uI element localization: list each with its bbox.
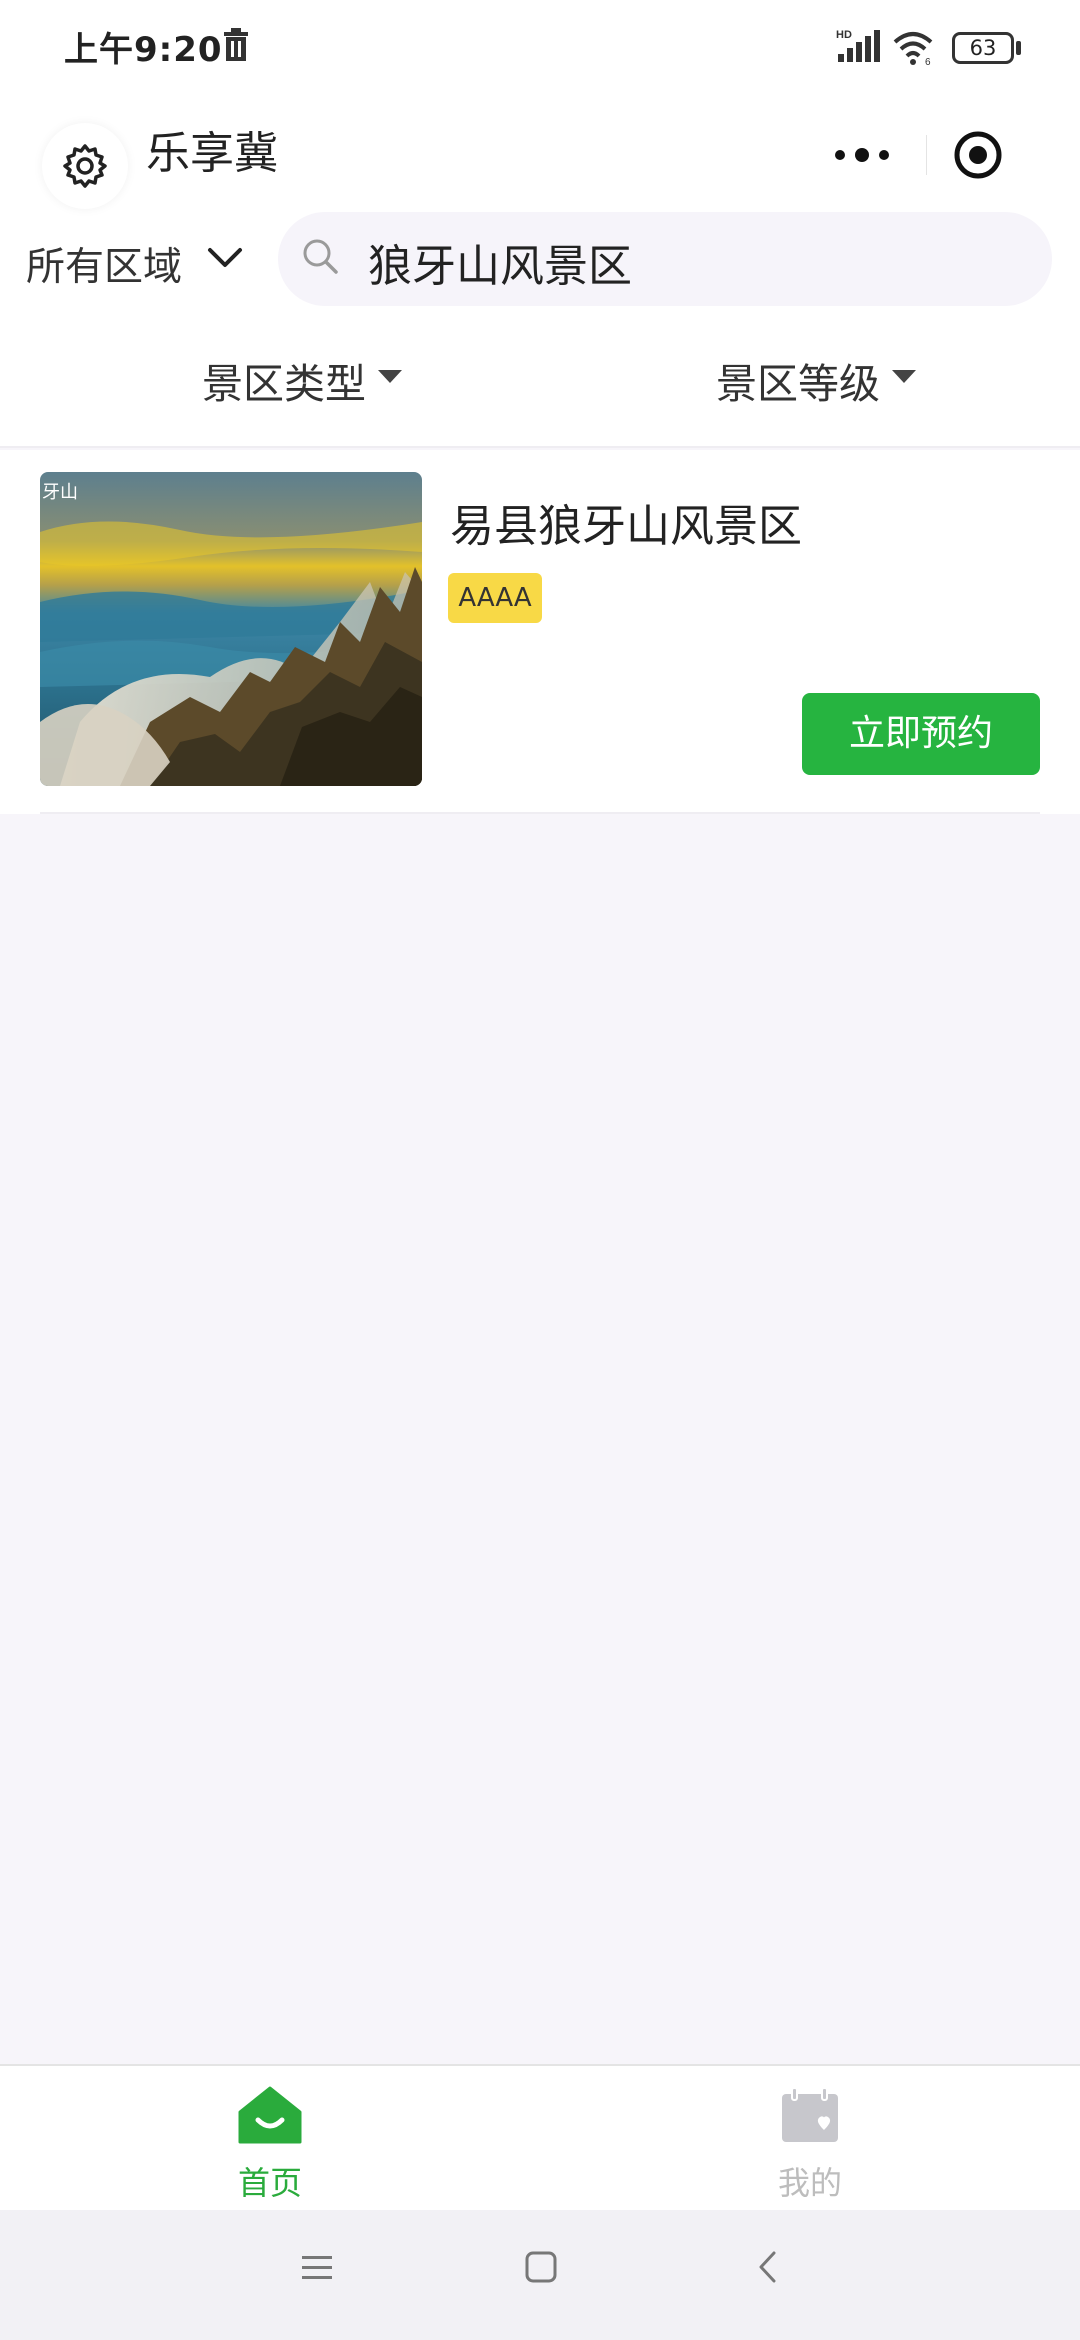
search-icon: [303, 239, 338, 274]
nav-bar: 乐享冀: [0, 95, 1080, 209]
target-icon: [954, 131, 1002, 179]
search-input[interactable]: 狼牙山风景区: [278, 212, 1052, 306]
tab-home[interactable]: 首页: [200, 2066, 340, 2212]
svg-text:6: 6: [925, 57, 931, 66]
capsule-divider: [926, 135, 927, 175]
calendar-heart-icon: [782, 2087, 838, 2142]
grade-badge: AAAA: [448, 573, 542, 623]
battery-level: 63: [969, 36, 997, 60]
more-dots-icon: [835, 148, 889, 162]
close-miniprogram-button[interactable]: [930, 113, 1036, 197]
capsule-menu: [808, 113, 1036, 197]
status-bar: 上午9:20 HD 6 63: [0, 0, 1080, 95]
signal-icon: HD: [836, 28, 882, 68]
chevron-down-icon: [208, 248, 242, 267]
system-nav-bar: [0, 2210, 1080, 2340]
filter-label: 景区等级: [716, 360, 880, 408]
scenic-name[interactable]: 易县狼牙山风景区: [450, 490, 802, 554]
scenic-image[interactable]: 牙山: [40, 472, 422, 786]
search-value: 狼牙山风景区: [368, 241, 632, 292]
app-title: 乐享冀: [146, 128, 278, 179]
back-icon[interactable]: [752, 2250, 786, 2284]
tab-home-label: 首页: [237, 2164, 302, 2202]
status-time: 上午9:20: [64, 30, 223, 70]
scenic-image-caption: 牙山: [42, 482, 78, 502]
battery-cap: [1016, 41, 1021, 55]
svg-text:HD: HD: [836, 29, 852, 41]
divider: [0, 446, 1080, 448]
divider: [40, 812, 1040, 814]
book-now-button[interactable]: 立即预约: [802, 693, 1040, 775]
caret-down-icon: [378, 370, 402, 383]
wifi-icon: 6: [892, 30, 938, 70]
tab-mine-label: 我的: [777, 2164, 842, 2202]
home-icon: [238, 2086, 302, 2144]
tab-bar: 首页 我的: [0, 2064, 1080, 2210]
home-square-icon[interactable]: [524, 2250, 558, 2284]
menu-icon[interactable]: [300, 2250, 334, 2284]
trash-icon: [222, 28, 250, 66]
caret-down-icon: [892, 370, 916, 383]
tab-mine[interactable]: 我的: [740, 2066, 880, 2212]
more-button[interactable]: [808, 113, 922, 197]
settings-button[interactable]: [42, 123, 128, 209]
gear-icon: [63, 144, 107, 188]
filter-label: 景区类型: [202, 360, 366, 408]
region-label: 所有区域: [26, 245, 183, 290]
